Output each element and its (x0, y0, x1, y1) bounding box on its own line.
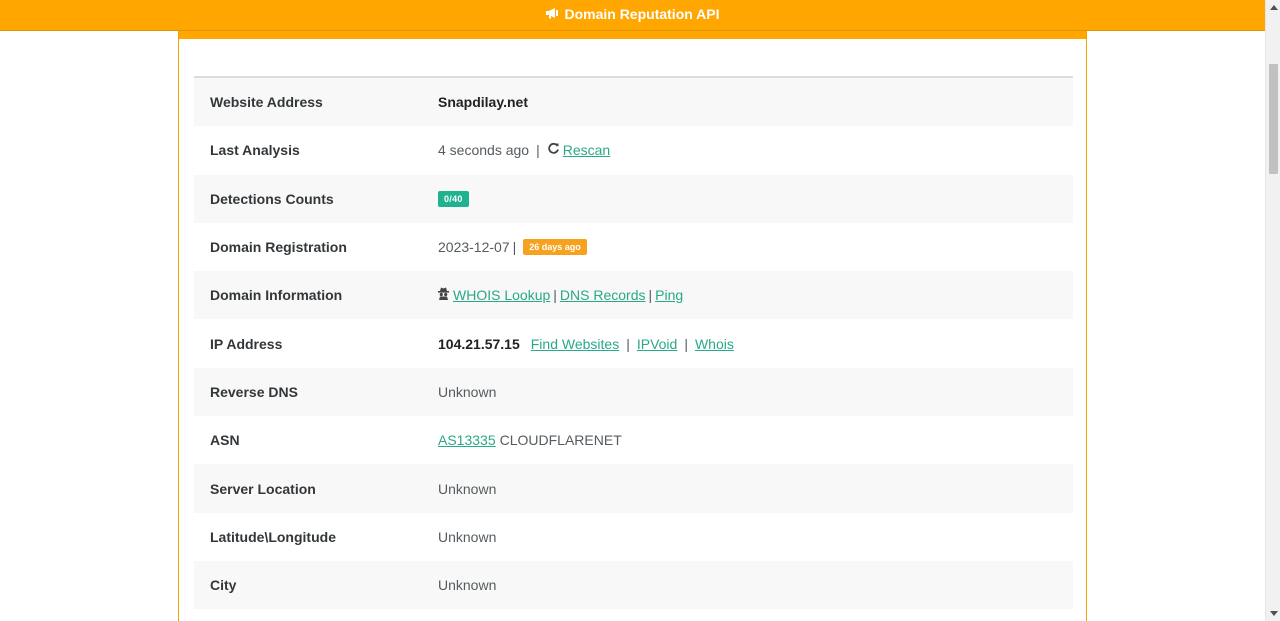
row-label: Server Location (210, 480, 316, 497)
table-row: Server Location Unknown (194, 464, 1073, 513)
row-label: Domain Information (210, 287, 343, 304)
row-label: Last Analysis (210, 142, 300, 159)
table-row: Website Address Snapdilay.net (194, 78, 1073, 127)
scroll-up-arrow-icon[interactable] (1270, 5, 1278, 10)
table-row: Detections Counts 0/40 (194, 174, 1073, 223)
server-location-value: Unknown (438, 480, 497, 497)
scrollbar-thumb[interactable] (1269, 64, 1278, 174)
whois-lookup-link[interactable]: WHOIS Lookup (453, 287, 550, 303)
panel-accent-strip (179, 31, 1086, 39)
domain-age-badge: 26 days ago (523, 239, 587, 256)
spy-icon (438, 287, 449, 303)
header-bar: Domain Reputation API (0, 0, 1265, 31)
separator: | (536, 142, 540, 159)
row-label: Latitude\Longitude (210, 528, 336, 545)
row-label: Website Address (210, 94, 323, 111)
report-table: Website Address Snapdilay.net Last Analy… (194, 76, 1073, 610)
table-row: Domain Registration 2023-12-07 | 26 days… (194, 222, 1073, 272)
table-row: IP Address 104.21.57.15 Find Websites | … (194, 319, 1073, 368)
table-row: Last Analysis 4 seconds ago | Rescan (194, 126, 1073, 175)
row-label: Domain Registration (210, 239, 347, 256)
page-scrollbar[interactable] (1265, 0, 1280, 621)
detections-badge: 0/40 (438, 190, 469, 207)
row-label: ASN (210, 432, 240, 449)
whois-link[interactable]: Whois (695, 336, 734, 352)
table-row: City Unknown (194, 560, 1073, 610)
ping-link[interactable]: Ping (655, 287, 683, 303)
rescan-link[interactable]: Rescan (563, 142, 610, 158)
registration-date: 2023-12-07 (438, 239, 510, 256)
table-row: Latitude\Longitude Unknown (194, 512, 1073, 561)
report-panel: Website Address Snapdilay.net Last Analy… (178, 31, 1087, 621)
row-label: IP Address (210, 335, 283, 352)
dns-records-link[interactable]: DNS Records (560, 287, 646, 303)
table-row: ASN AS13335 CLOUDFLARENET (194, 416, 1073, 465)
asn-name: CLOUDFLARENET (499, 432, 622, 449)
asn-link[interactable]: AS13335 (438, 432, 496, 448)
city-value: Unknown (438, 577, 497, 594)
row-label: Detections Counts (210, 190, 334, 207)
separator: | (553, 287, 557, 304)
megaphone-icon (545, 0, 559, 29)
row-label: City (210, 577, 237, 594)
latlon-value: Unknown (438, 528, 497, 545)
row-label: Reverse DNS (210, 383, 298, 400)
refresh-icon[interactable] (547, 142, 560, 158)
last-analysis-value: 4 seconds ago (438, 142, 530, 159)
separator: | (512, 239, 517, 256)
find-websites-link[interactable]: Find Websites (531, 336, 619, 352)
table-row: Reverse DNS Unknown (194, 367, 1073, 417)
reverse-dns-value: Unknown (438, 383, 497, 400)
separator: | (626, 335, 630, 352)
ipvoid-link[interactable]: IPVoid (637, 336, 677, 352)
website-address-value: Snapdilay.net (438, 94, 528, 111)
table-row: Domain Information WHOIS Lookup | DNS Re… (194, 271, 1073, 320)
separator: | (648, 287, 653, 304)
ip-address-value: 104.21.57.15 (438, 335, 520, 352)
header-title: Domain Reputation API (564, 6, 720, 22)
scroll-down-arrow-icon[interactable] (1270, 611, 1278, 616)
separator: | (684, 335, 688, 352)
